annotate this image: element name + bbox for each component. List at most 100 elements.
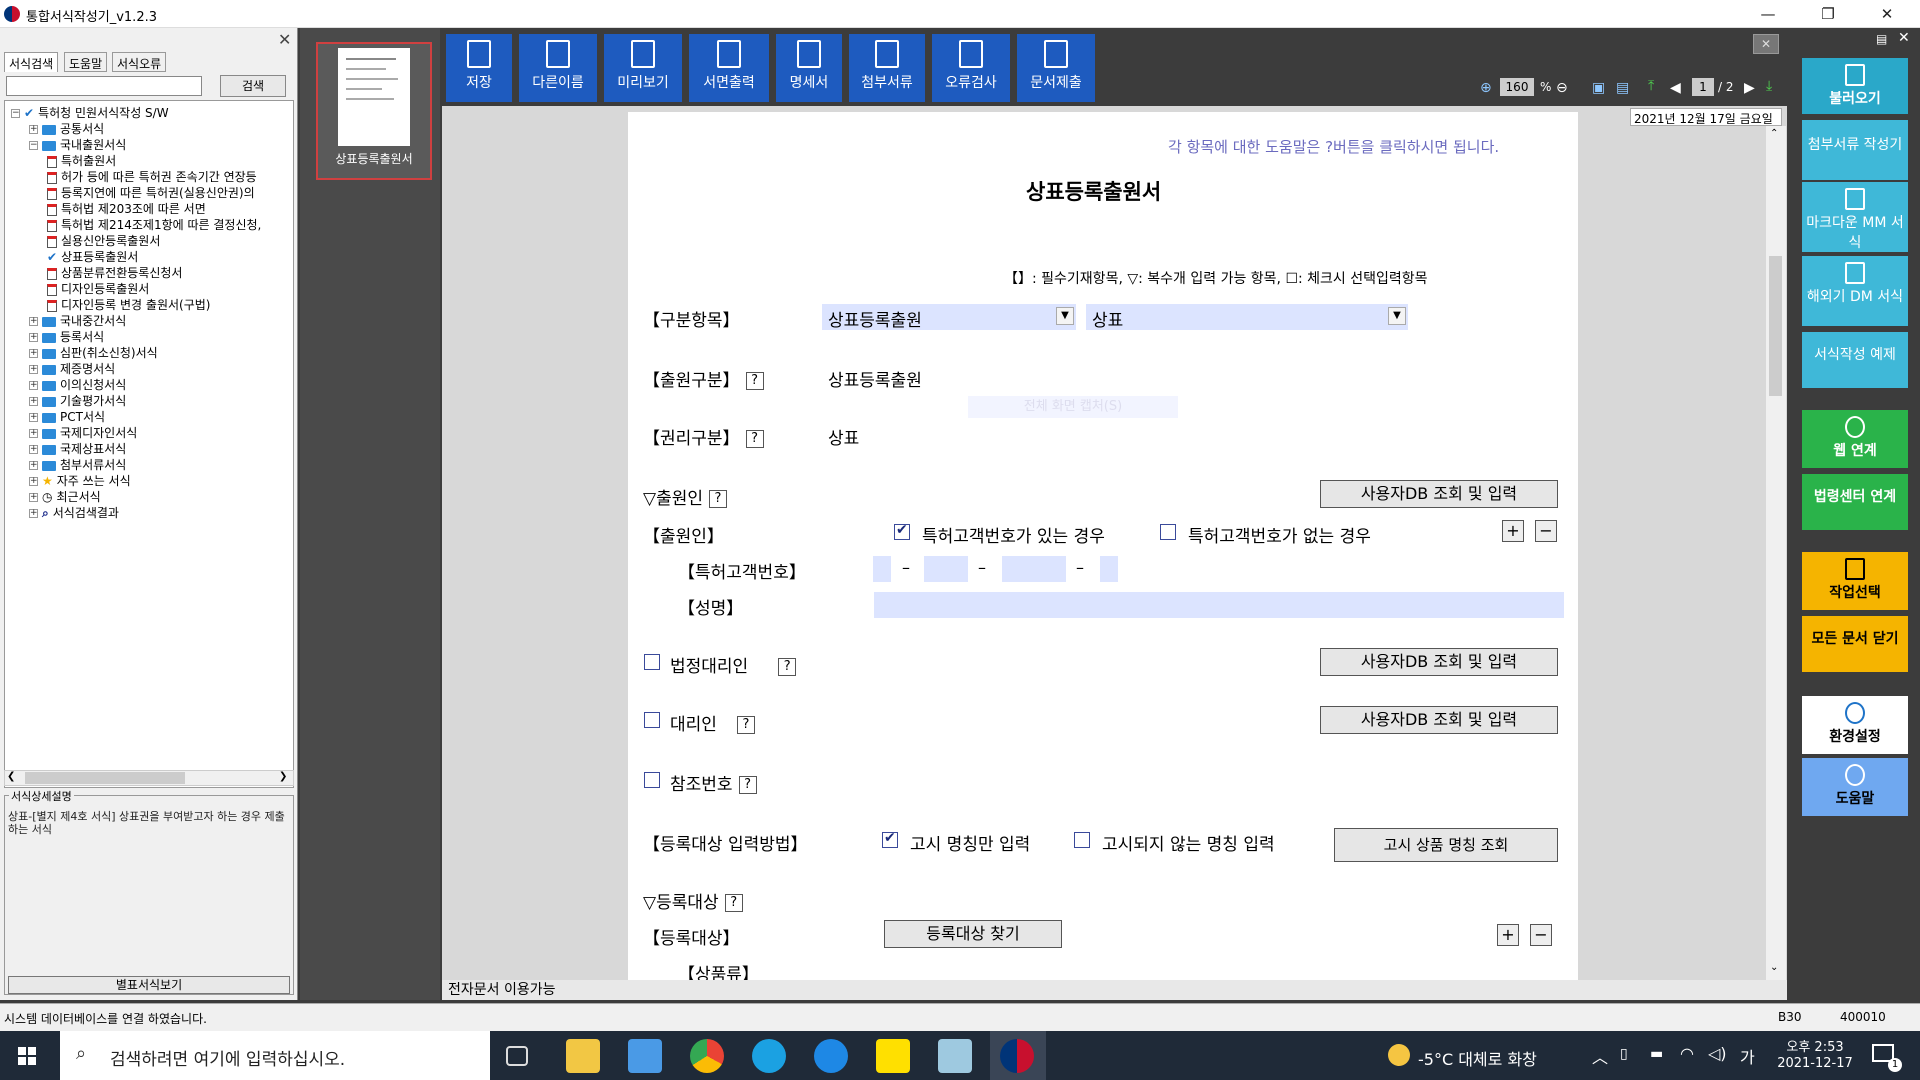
submit-document-button[interactable]: 문서제출 bbox=[1017, 34, 1095, 102]
scroll-right-icon[interactable]: ❯ bbox=[279, 771, 287, 782]
tree-node[interactable]: ✔ 상표등록출원서 bbox=[47, 249, 138, 265]
add-applicant-button[interactable]: + bbox=[1502, 520, 1524, 542]
reference-number-checkbox[interactable] bbox=[644, 772, 660, 788]
attachment-writer-button[interactable]: 첨부서류 작성기 bbox=[1802, 120, 1908, 180]
category-select-2[interactable]: 상표 ▼ bbox=[1086, 304, 1408, 331]
close-document-icon[interactable]: ✕ bbox=[1753, 34, 1779, 54]
battery-icon[interactable]: ▬ bbox=[1650, 1046, 1663, 1062]
close-button[interactable]: ✕ bbox=[1864, 2, 1910, 26]
tree-node[interactable]: − 국내출원서식 bbox=[29, 137, 126, 153]
chevron-down-icon[interactable]: ▼ bbox=[1056, 307, 1074, 325]
tree-node[interactable]: − ✔ 특허청 민원서식작성 S/W bbox=[11, 105, 169, 121]
taskbar-search-box[interactable]: ⌕ 검색하려면 여기에 입력하십시오. bbox=[60, 1031, 490, 1080]
scroll-down-icon[interactable]: ⌄ bbox=[1770, 962, 1778, 973]
fit-page-icon[interactable]: ▤ bbox=[1616, 80, 1629, 96]
page-input[interactable]: 1 bbox=[1692, 78, 1714, 96]
tree-horizontal-scrollbar[interactable]: ❮ ❯ bbox=[4, 770, 294, 786]
clock-date[interactable]: 2021-12-17 bbox=[1770, 1056, 1860, 1071]
help-icon[interactable]: ? bbox=[745, 372, 764, 390]
specification-button[interactable]: 명세서 bbox=[776, 34, 842, 102]
no-customer-number-checkbox[interactable] bbox=[1160, 524, 1176, 540]
file-explorer-icon[interactable] bbox=[566, 1039, 600, 1073]
document-vertical-scrollbar[interactable]: ⌃ ⌄ bbox=[1766, 126, 1786, 980]
zoom-out-icon[interactable]: ⊖ bbox=[1556, 80, 1568, 96]
error-check-button[interactable]: 오류검사 bbox=[932, 34, 1010, 102]
remove-target-button[interactable]: − bbox=[1530, 924, 1552, 946]
expand-icon[interactable]: + bbox=[29, 381, 38, 390]
user-db-button-legal-agent[interactable]: 사용자DB 조회 및 입력 bbox=[1320, 648, 1558, 676]
doc-scroll-thumb[interactable] bbox=[1769, 256, 1782, 396]
tree-node[interactable]: + 등록서식 bbox=[29, 329, 104, 345]
help-button[interactable]: 도움말 bbox=[1802, 758, 1908, 816]
expand-icon[interactable]: + bbox=[29, 493, 38, 502]
search-button[interactable]: 검색 bbox=[220, 75, 286, 97]
help-icon[interactable]: ? bbox=[745, 430, 764, 448]
tree-node[interactable]: 상품분류전환등록신청서 bbox=[47, 265, 182, 281]
chrome-icon[interactable] bbox=[690, 1039, 724, 1073]
web-link-button[interactable]: 웹 연계 bbox=[1802, 410, 1908, 468]
notice-goods-search-button[interactable]: 고시 상품 명칭 조회 bbox=[1334, 828, 1558, 862]
volume-icon[interactable]: ◁) bbox=[1708, 1044, 1727, 1063]
expand-icon[interactable]: + bbox=[29, 365, 38, 374]
expand-icon[interactable]: + bbox=[29, 397, 38, 406]
tree-node[interactable]: 디자인등록출원서 bbox=[47, 281, 149, 297]
date-picker[interactable]: 2021년 12월 17일 금요일 bbox=[1630, 108, 1782, 126]
tree-node[interactable]: 특허법 제214조제1항에 따른 결정신청, bbox=[47, 217, 261, 233]
help-icon[interactable]: ? bbox=[709, 490, 727, 508]
minimize-button[interactable]: — bbox=[1745, 2, 1791, 26]
tree-node[interactable]: 실용신안등록출원서 bbox=[47, 233, 160, 249]
expand-icon[interactable]: + bbox=[29, 317, 38, 326]
tree-node[interactable]: + 공통서식 bbox=[29, 121, 104, 137]
tree-node[interactable]: + ★ 자주 쓰는 서식 bbox=[29, 473, 131, 489]
task-select-button[interactable]: 작업선택 bbox=[1802, 552, 1908, 610]
edge-icon[interactable] bbox=[752, 1039, 786, 1073]
tab-help[interactable]: 도움말 bbox=[64, 52, 108, 72]
scroll-left-icon[interactable]: ❮ bbox=[7, 771, 15, 782]
expand-icon[interactable]: − bbox=[11, 109, 20, 118]
customer-number-part-4[interactable] bbox=[1100, 556, 1118, 582]
start-button[interactable] bbox=[0, 1031, 56, 1080]
tree-node[interactable]: + 기술평가서식 bbox=[29, 393, 126, 409]
tab-form-errors[interactable]: 서식오류 bbox=[112, 52, 167, 72]
fit-width-icon[interactable]: ▣ bbox=[1592, 80, 1605, 96]
tree-node[interactable]: + ⌕ 서식검색결과 bbox=[29, 505, 119, 521]
ime-indicator[interactable]: 가 bbox=[1740, 1044, 1755, 1068]
category-select-1[interactable]: 상표등록출원 ▼ bbox=[822, 304, 1076, 331]
expand-icon[interactable]: + bbox=[29, 429, 38, 438]
notice-name-only-checkbox[interactable] bbox=[882, 830, 898, 848]
expand-icon[interactable]: + bbox=[29, 333, 38, 342]
first-page-icon[interactable]: ⤒ bbox=[1648, 78, 1654, 94]
tree-node[interactable]: 등록지연에 따른 특허권(실용신안권)의 bbox=[47, 185, 255, 201]
view-attached-form-button[interactable]: 별표서식보기 bbox=[8, 976, 290, 994]
non-notice-name-checkbox[interactable] bbox=[1074, 832, 1090, 848]
tree-node[interactable]: 특허법 제203조에 따른 서면 bbox=[47, 201, 206, 217]
customer-number-part-1[interactable] bbox=[873, 556, 891, 582]
attachments-button[interactable]: 첨부서류 bbox=[849, 34, 925, 102]
tree-node[interactable]: + 심판(취소신청)서식 bbox=[29, 345, 158, 361]
notepad-app-icon[interactable] bbox=[938, 1039, 972, 1073]
task-view-icon[interactable] bbox=[506, 1046, 528, 1066]
tree-node[interactable]: + 이의신청서식 bbox=[29, 377, 126, 393]
customer-number-part-3[interactable] bbox=[1002, 556, 1066, 582]
user-db-button-applicant[interactable]: 사용자DB 조회 및 입력 bbox=[1320, 480, 1558, 508]
expand-icon[interactable]: + bbox=[29, 509, 38, 518]
tree-node[interactable]: + 국제상표서식 bbox=[29, 441, 126, 457]
wifi-icon[interactable]: ◠ bbox=[1680, 1044, 1694, 1063]
print-button[interactable]: 서면출력 bbox=[689, 34, 769, 102]
law-center-link-button[interactable]: 법령센터 연계 bbox=[1802, 474, 1908, 530]
legal-agent-checkbox[interactable] bbox=[644, 654, 660, 670]
load-button[interactable]: 불러오기 bbox=[1802, 58, 1908, 114]
tree-node[interactable]: + ◷ 최근서식 bbox=[29, 489, 101, 505]
next-page-icon[interactable]: ▶ bbox=[1744, 80, 1755, 96]
find-registration-target-button[interactable]: 등록대상 찾기 bbox=[884, 920, 1062, 948]
name-input[interactable] bbox=[874, 592, 1564, 618]
left-panel-close-icon[interactable]: ✕ bbox=[278, 30, 291, 49]
tree-node[interactable]: 특허출원서 bbox=[47, 153, 116, 169]
weather-text[interactable]: -5°C 대체로 화창 bbox=[1418, 1046, 1537, 1070]
zoom-in-icon[interactable]: ⊕ bbox=[1480, 80, 1492, 96]
expand-icon[interactable]: + bbox=[29, 413, 38, 422]
maximize-button[interactable]: ❐ bbox=[1805, 2, 1851, 26]
save-as-button[interactable]: 다른이름 bbox=[519, 34, 597, 102]
clock-time[interactable]: 오후 2:53 bbox=[1778, 1036, 1852, 1055]
help-icon[interactable]: ? bbox=[778, 658, 797, 676]
